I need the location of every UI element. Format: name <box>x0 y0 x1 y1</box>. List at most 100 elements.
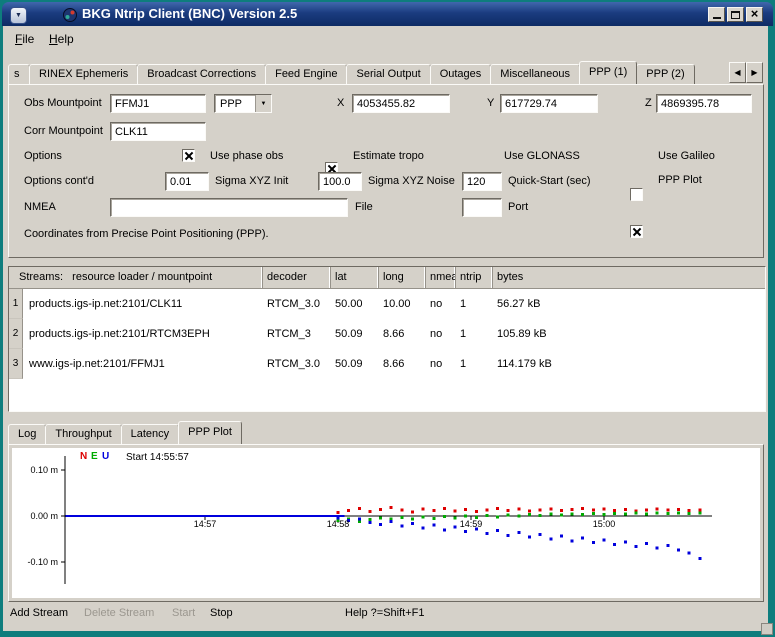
app-icon <box>63 8 77 22</box>
cell-lat: 50.00 <box>331 289 379 319</box>
table-row[interactable]: 2 products.igs-ip.net:2101/RTCM3EPH RTCM… <box>9 319 765 349</box>
cell-bytes: 114.179 kB <box>493 349 765 379</box>
cell-long: 10.00 <box>379 289 426 319</box>
title-bar[interactable]: ▼ BKG Ntrip Client (BNC) Version 2.5 × <box>2 2 773 26</box>
cell-decoder: RTCM_3.0 <box>263 289 331 319</box>
tab-miscellaneous[interactable]: Miscellaneous <box>490 64 580 84</box>
cell-mountpoint: www.igs-ip.net:2101/FFMJ1 <box>23 349 263 379</box>
legend-north: N <box>80 451 87 462</box>
nmea-file-field[interactable] <box>110 198 348 217</box>
tab-throughput[interactable]: Throughput <box>45 424 121 444</box>
arrow-left-icon: ◀ <box>734 68 740 77</box>
header-long: long <box>379 267 426 288</box>
header-nmea: nmea <box>426 267 456 288</box>
tab-scroll-left-button[interactable]: ◀ <box>729 62 746 83</box>
cell-ntrip: 1 <box>456 349 493 379</box>
ppp-plot-canvas <box>12 448 760 598</box>
start-button[interactable]: Start <box>172 607 195 619</box>
cell-nmea: no <box>426 349 456 379</box>
menu-file[interactable]: File <box>10 30 39 49</box>
row-number: 2 <box>9 319 23 349</box>
tab-partial[interactable]: s <box>8 64 30 84</box>
options-contd-label: Options cont'd <box>24 175 94 187</box>
row-number: 3 <box>9 349 23 379</box>
corr-mountpoint-label: Corr Mountpoint <box>24 125 103 137</box>
cell-long: 8.66 <box>379 319 426 349</box>
window: ▼ BKG Ntrip Client (BNC) Version 2.5 × F… <box>0 0 775 637</box>
nmea-port-field[interactable] <box>462 198 502 217</box>
row-number: 1 <box>9 289 23 319</box>
cell-long: 8.66 <box>379 349 426 379</box>
table-row[interactable]: 1 products.igs-ip.net:2101/CLK11 RTCM_3.… <box>9 289 765 319</box>
quick-start-field[interactable]: 120 <box>462 172 502 191</box>
tab-scroll-right-button[interactable]: ▶ <box>746 62 763 83</box>
main-tab-bar: s RINEX Ephemeris Broadcast Corrections … <box>8 61 694 84</box>
z-label: Z <box>645 97 652 109</box>
x-tick-1458: 14:58 <box>321 519 355 529</box>
bottom-tab-bar: Log Throughput Latency PPP Plot <box>8 421 241 444</box>
sigma-xyz-init-field[interactable]: 0.01 <box>165 172 209 191</box>
sigma-xyz-init-label: Sigma XYZ Init <box>215 175 288 187</box>
cell-nmea: no <box>426 289 456 319</box>
tab-ppp-plot[interactable]: PPP Plot <box>178 421 242 444</box>
obs-type-select[interactable]: PPP ▼ <box>214 94 272 113</box>
delete-stream-button[interactable]: Delete Stream <box>84 607 154 619</box>
nmea-label: NMEA <box>24 201 56 213</box>
table-row[interactable]: 3 www.igs-ip.net:2101/FFMJ1 RTCM_3.0 50.… <box>9 349 765 379</box>
add-stream-button[interactable]: Add Stream <box>10 607 68 619</box>
obs-type-value: PPP <box>215 95 255 112</box>
port-label: Port <box>508 201 528 213</box>
maximize-icon <box>731 11 740 19</box>
tab-log[interactable]: Log <box>8 424 46 444</box>
panel-note: Coordinates from Precise Point Positioni… <box>24 228 269 240</box>
tab-latency[interactable]: Latency <box>121 424 180 444</box>
minimize-button[interactable] <box>708 7 725 22</box>
z-field[interactable]: 4869395.78 <box>656 94 752 113</box>
sigma-xyz-noise-field[interactable]: 100.0 <box>318 172 362 191</box>
x-tick-1459: 14:59 <box>454 519 488 529</box>
menu-help[interactable]: Help <box>44 30 79 49</box>
minimize-icon <box>713 17 721 19</box>
help-shortcut-label: Help ?=Shift+F1 <box>345 607 425 619</box>
corr-mountpoint-field[interactable]: CLK11 <box>110 122 206 141</box>
cell-bytes: 105.89 kB <box>493 319 765 349</box>
close-button[interactable]: × <box>746 7 763 22</box>
tab-rinex-ephemeris[interactable]: RINEX Ephemeris <box>29 64 138 84</box>
header-bytes: bytes <box>493 267 765 288</box>
use-galileo-label: Use Galileo <box>658 150 715 162</box>
header-lat: lat <box>331 267 379 288</box>
legend-east: E <box>91 451 98 462</box>
cell-decoder: RTCM_3.0 <box>263 349 331 379</box>
header-decoder: decoder <box>263 267 331 288</box>
cell-lat: 50.09 <box>331 349 379 379</box>
plot-start-label: Start 14:55:57 <box>126 452 189 463</box>
file-label: File <box>355 201 373 213</box>
maximize-button[interactable] <box>727 7 744 22</box>
tab-feed-engine[interactable]: Feed Engine <box>265 64 347 84</box>
x-label: X <box>337 97 344 109</box>
streams-table-header: Streams: resource loader / mountpoint de… <box>9 267 765 289</box>
use-phase-obs-label: Use phase obs <box>210 150 283 162</box>
tab-serial-output[interactable]: Serial Output <box>346 64 430 84</box>
use-phase-obs-checkbox[interactable] <box>182 149 195 162</box>
tab-broadcast-corrections[interactable]: Broadcast Corrections <box>137 64 266 84</box>
obs-mountpoint-label: Obs Mountpoint <box>24 97 102 109</box>
tab-ppp-1[interactable]: PPP (1) <box>579 61 637 84</box>
y-tick-zero: 0.00 m <box>18 511 58 521</box>
cell-ntrip: 1 <box>456 289 493 319</box>
resize-grip[interactable] <box>761 623 773 635</box>
x-field[interactable]: 4053455.82 <box>352 94 450 113</box>
tab-ppp-2[interactable]: PPP (2) <box>636 64 694 84</box>
cell-decoder: RTCM_3 <box>263 319 331 349</box>
legend-up: U <box>102 451 109 462</box>
obs-mountpoint-field[interactable]: FFMJ1 <box>110 94 206 113</box>
stop-button[interactable]: Stop <box>210 607 233 619</box>
x-tick-1457: 14:57 <box>188 519 222 529</box>
header-ntrip: ntrip <box>456 267 493 288</box>
window-menu-button[interactable]: ▼ <box>10 7 27 24</box>
y-field[interactable]: 617729.74 <box>500 94 598 113</box>
tab-outages[interactable]: Outages <box>430 64 492 84</box>
use-galileo-checkbox[interactable] <box>630 188 643 201</box>
streams-table: Streams: resource loader / mountpoint de… <box>8 266 766 412</box>
ppp-plot-checkbox[interactable] <box>630 225 643 238</box>
